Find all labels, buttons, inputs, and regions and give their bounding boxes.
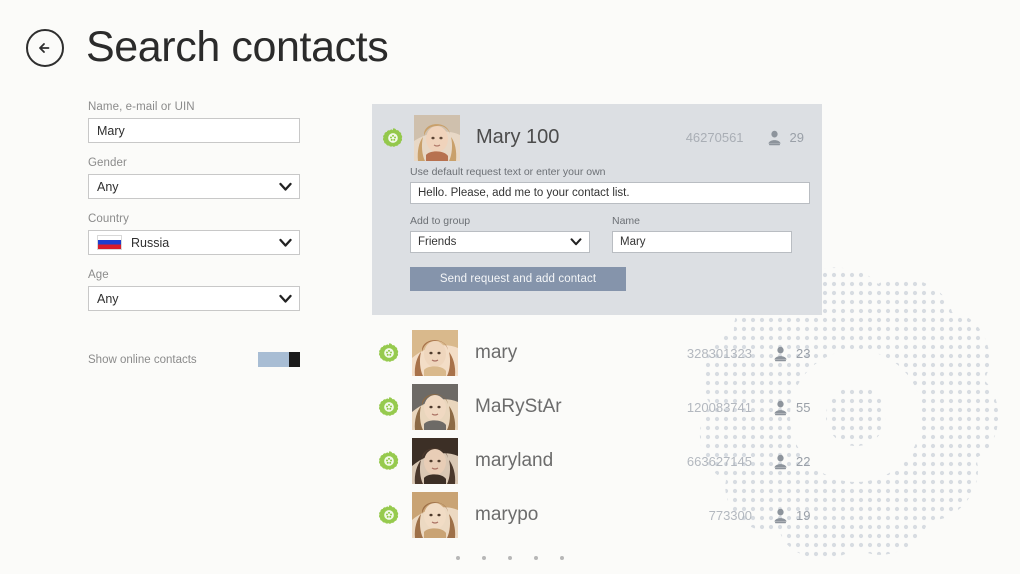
person-icon [774, 346, 787, 361]
request-text-input[interactable]: Hello. Please, add me to your contact li… [410, 182, 810, 204]
result-name: mary [475, 342, 518, 363]
pagination-dot[interactable] [482, 556, 486, 560]
russia-flag-icon [97, 235, 122, 250]
request-text-label: Use default request text or enter your o… [410, 166, 606, 178]
result-avatar [412, 438, 458, 484]
send-request-button[interactable]: Send request and add contact [410, 267, 626, 291]
group-and-name-row: Add to group Friends Name Mary [410, 215, 810, 253]
result-age-group: 55 [772, 399, 816, 416]
gender-field-label: Gender [88, 157, 127, 169]
result-uin: 773300 [708, 507, 752, 523]
result-avatar [412, 384, 458, 430]
show-online-contacts-toggle[interactable] [258, 352, 300, 367]
icq-flower-icon [382, 127, 404, 149]
selected-contact-card: Mary 100 46270561 29 Use default request… [372, 104, 822, 315]
add-to-group-label: Add to group [410, 215, 471, 227]
result-row[interactable]: maryland 663627145 22 [378, 434, 828, 488]
name-input[interactable]: Mary [88, 118, 300, 143]
contact-name-label: Name [612, 215, 641, 227]
add-to-group-select[interactable]: Friends [410, 231, 590, 253]
chevron-down-icon [279, 182, 292, 191]
icq-flower-icon [378, 396, 400, 418]
contact-avatar [414, 114, 460, 161]
result-age: 55 [796, 399, 811, 415]
pagination-dots [0, 556, 1020, 560]
result-avatar [412, 492, 458, 538]
age-field-group: Age Any [88, 269, 300, 311]
age-field-label: Age [88, 269, 109, 281]
age-select-value: Any [97, 291, 119, 306]
search-form-panel: Name, e-mail or UIN Mary Gender Any Coun… [88, 101, 300, 325]
request-text-value: Hello. Please, add me to your contact li… [418, 187, 630, 199]
result-age-group: 19 [772, 507, 816, 524]
gender-select-value: Any [97, 179, 119, 194]
country-field-group: Country Russia [88, 213, 300, 255]
name-input-value: Mary [97, 123, 125, 138]
result-row[interactable]: marypo 773300 19 [378, 488, 828, 542]
pagination-dot[interactable] [534, 556, 538, 560]
result-age-group: 22 [772, 453, 816, 470]
result-row[interactable]: mary 328301323 23 [378, 326, 828, 380]
contact-age-group: 29 [766, 129, 804, 146]
result-age-group: 23 [772, 345, 816, 362]
result-avatar [412, 330, 458, 376]
contact-card-header: Mary 100 46270561 29 [372, 104, 822, 161]
person-icon [774, 454, 787, 469]
add-to-group-field: Add to group Friends [410, 215, 590, 253]
pagination-dot[interactable] [560, 556, 564, 560]
name-field-group: Name, e-mail or UIN Mary [88, 101, 300, 143]
icq-flower-icon [378, 504, 400, 526]
result-age: 23 [796, 345, 811, 361]
page-header: Search contacts [0, 23, 389, 71]
add-to-group-value: Friends [418, 236, 457, 248]
result-age: 19 [796, 507, 811, 523]
contact-name-field: Name Mary [612, 215, 792, 253]
gender-field-group: Gender Any [88, 157, 300, 199]
result-row[interactable]: MaRyStAr 120083741 55 [378, 380, 828, 434]
search-results-list: mary 328301323 23 MaRyStAr 120083741 55 [378, 326, 828, 542]
result-name: maryland [475, 450, 554, 471]
contact-age: 29 [789, 130, 804, 145]
country-select[interactable]: Russia [88, 230, 300, 255]
gender-select[interactable]: Any [88, 174, 300, 199]
page-title: Search contacts [86, 23, 389, 71]
result-uin: 120083741 [686, 399, 752, 415]
pagination-dot[interactable] [456, 556, 460, 560]
contact-name-input-value: Mary [620, 236, 646, 248]
chevron-down-icon [570, 238, 582, 246]
country-field-label: Country [88, 213, 129, 225]
age-select[interactable]: Any [88, 286, 300, 311]
icq-flower-icon [378, 342, 400, 364]
show-online-contacts-label: Show online contacts [88, 353, 197, 366]
result-age: 22 [796, 453, 811, 469]
result-name: marypo [475, 504, 539, 525]
chevron-down-icon [279, 238, 292, 247]
back-button[interactable] [26, 28, 64, 67]
result-uin: 328301323 [686, 345, 752, 361]
country-select-value: Russia [131, 235, 170, 250]
contact-uin: 46270561 [685, 130, 744, 145]
chevron-down-icon [279, 294, 292, 303]
back-arrow-icon [39, 42, 50, 53]
pagination-dot[interactable] [508, 556, 512, 560]
toggle-thumb [289, 352, 300, 367]
contact-card-body: Use default request text or enter your o… [372, 160, 822, 291]
person-icon [774, 400, 787, 415]
icq-flower-icon [378, 450, 400, 472]
contact-name: Mary 100 [476, 126, 560, 148]
person-icon [767, 130, 781, 146]
show-online-contacts-row: Show online contacts [88, 352, 300, 367]
person-icon [774, 508, 787, 523]
contact-name-input[interactable]: Mary [612, 231, 792, 253]
name-field-label: Name, e-mail or UIN [88, 101, 195, 113]
result-name: MaRyStAr [475, 396, 562, 417]
result-uin: 663627145 [686, 453, 752, 469]
